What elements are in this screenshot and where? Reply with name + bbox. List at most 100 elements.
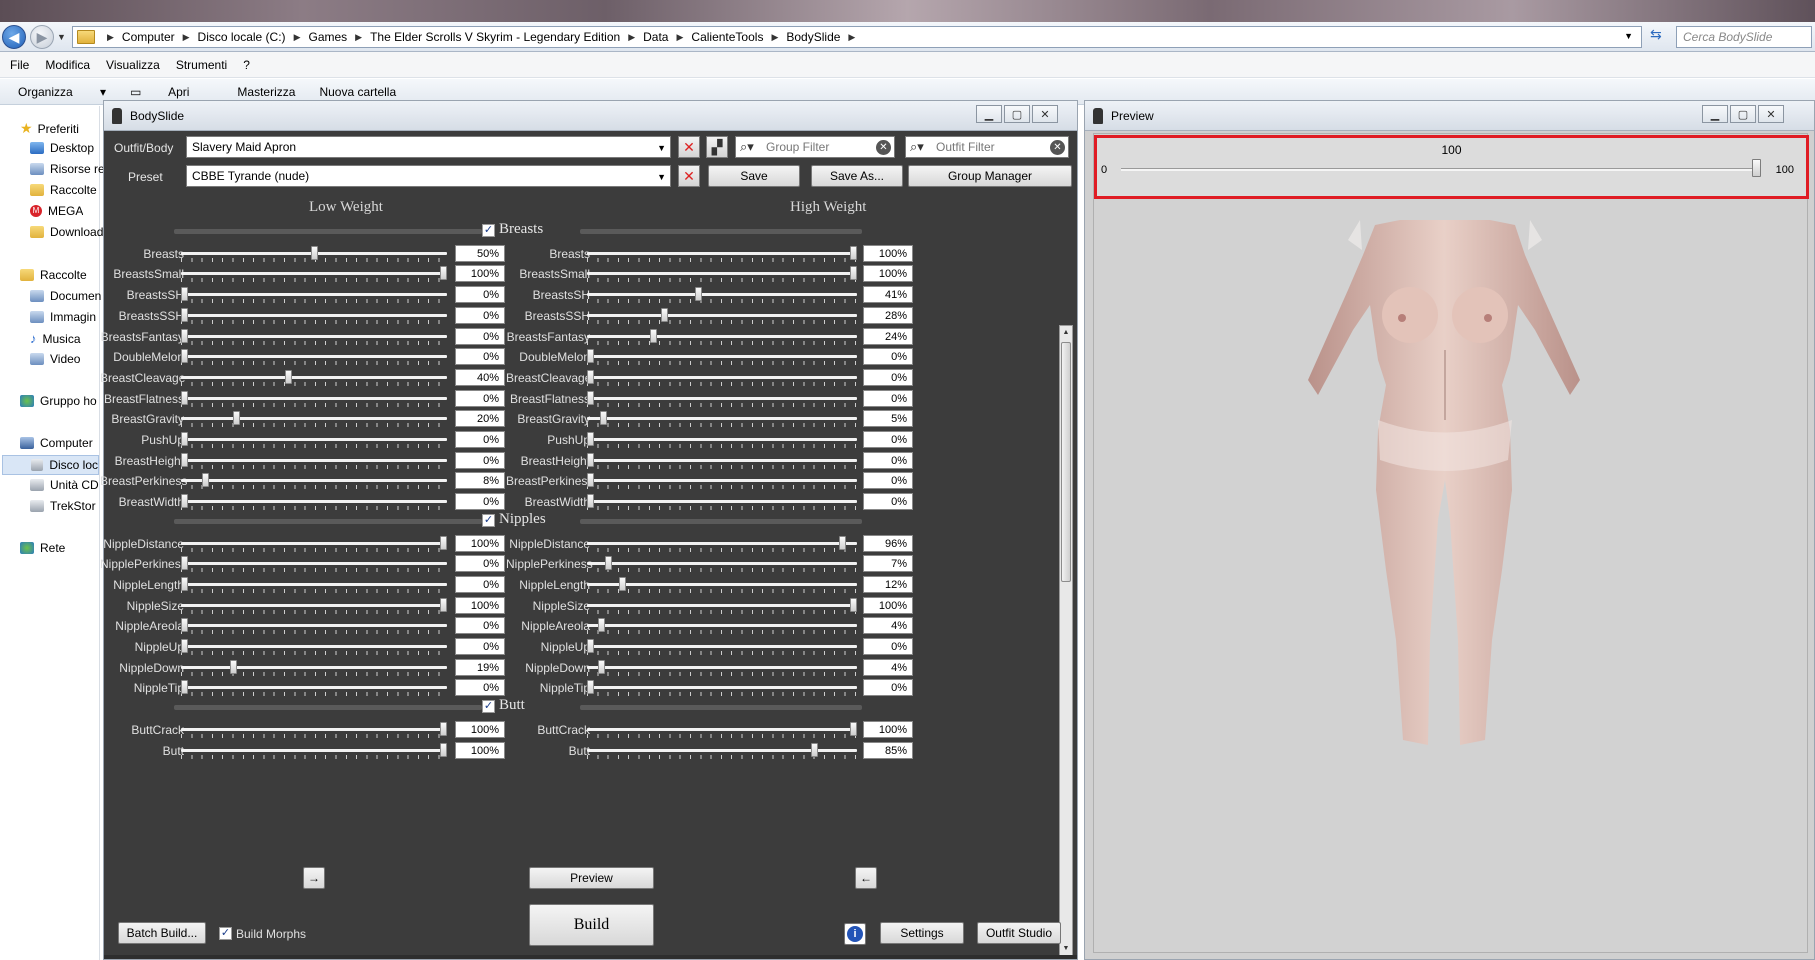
low-weight-slider-track[interactable] [181,748,447,752]
high-weight-slider-thumb[interactable] [587,494,594,509]
group-filter-input[interactable]: ⌕▾ Group Filter ✕ [735,136,895,158]
low-weight-value-field[interactable]: 50% [455,244,505,262]
chevron-right-icon[interactable]: ▶ [848,32,855,43]
low-weight-value-field[interactable]: 0% [455,389,505,407]
nav-images[interactable]: Immagin [30,310,96,324]
menu-edit[interactable]: Modifica [45,58,90,72]
high-weight-value-field[interactable]: 85% [863,741,913,759]
high-weight-value-field[interactable]: 96% [863,534,913,552]
low-weight-value-field[interactable]: 0% [455,306,505,324]
high-weight-slider-thumb[interactable] [618,576,626,591]
menu-file[interactable]: File [10,58,29,72]
high-weight-slider-track[interactable] [587,686,857,690]
low-weight-slider-thumb[interactable] [181,307,188,322]
new-folder-button[interactable]: Nuova cartella [319,85,396,99]
close-icon[interactable]: ✕ [1032,105,1058,123]
nav-libraries[interactable]: Raccolte [20,268,87,282]
preset-select[interactable]: CBBE Tyrande (nude) ▼ [186,165,671,187]
high-weight-slider-thumb[interactable] [850,721,857,736]
high-weight-slider-track[interactable] [587,334,857,338]
low-weight-slider-thumb[interactable] [181,349,188,364]
high-weight-slider-thumb[interactable] [810,742,818,757]
high-weight-value-field[interactable]: 7% [863,555,913,573]
low-weight-value-field[interactable]: 0% [455,617,505,635]
high-weight-value-field[interactable]: 12% [863,575,913,593]
build-morphs-checkbox[interactable]: ✓ [219,927,232,940]
menu-tools[interactable]: Strumenti [176,58,227,72]
high-weight-value-field[interactable]: 28% [863,306,913,324]
group-checkbox[interactable]: ✓ [482,700,495,714]
low-weight-slider-thumb[interactable] [284,369,292,384]
address-dropdown-icon[interactable]: ▼ [1624,31,1633,41]
low-weight-slider-thumb[interactable] [310,245,318,260]
low-weight-slider-thumb[interactable] [181,576,188,591]
close-icon[interactable]: ✕ [1758,105,1784,123]
low-weight-slider-thumb[interactable] [232,411,240,426]
nav-cd-drive[interactable]: Unità CD [30,478,99,492]
breadcrumb[interactable]: ▶ Computer ▶ Disco locale (C:) ▶ Games ▶ Th… [72,26,1642,48]
minimize-icon[interactable]: ▁ [976,105,1002,123]
nav-computer[interactable]: Computer [20,436,93,450]
high-weight-slider-track[interactable] [587,313,857,317]
weight-slider-track[interactable] [1121,168,1761,171]
breadcrumb-item[interactable]: Data [643,30,668,44]
chevron-right-icon[interactable]: ▶ [355,32,362,43]
preview-title-bar[interactable]: Preview ▁ ▢ ✕ [1085,101,1814,131]
low-weight-value-field[interactable]: 100% [455,741,505,759]
low-weight-slider-track[interactable] [181,665,447,669]
high-weight-slider-thumb[interactable] [605,556,613,571]
low-weight-slider-track[interactable] [181,313,447,317]
nav-video[interactable]: Video [30,352,80,366]
high-weight-slider-track[interactable] [587,438,857,441]
batch-build-button[interactable]: Batch Build... [118,922,206,944]
high-weight-slider-track[interactable] [587,624,857,628]
high-weight-slider-track[interactable] [587,603,857,607]
low-weight-slider-thumb[interactable] [181,618,188,633]
low-weight-slider-thumb[interactable] [181,452,188,467]
high-weight-slider-thumb[interactable] [597,659,605,674]
low-weight-slider-track[interactable] [181,293,447,297]
low-weight-slider-thumb[interactable] [181,432,188,446]
nav-favorites[interactable]: ★ Preferiti [20,120,79,137]
low-weight-slider-track[interactable] [181,438,447,441]
outfit-filter-input[interactable]: ⌕▾ Outfit Filter ✕ [905,136,1069,158]
nav-trekstor[interactable]: TrekStor [30,499,96,513]
high-weight-slider-track[interactable] [587,293,857,297]
high-weight-slider-thumb[interactable] [850,245,857,260]
breadcrumb-item[interactable]: The Elder Scrolls V Skyrim - Legendary E… [370,30,620,44]
high-weight-slider-thumb[interactable] [587,452,594,467]
open-button[interactable]: ▭ Apri [130,85,213,99]
high-weight-value-field[interactable]: 5% [863,410,913,428]
low-weight-slider-track[interactable] [181,727,447,731]
nav-documents[interactable]: Documen [30,289,101,303]
high-weight-value-field[interactable]: 100% [863,265,913,283]
low-weight-value-field[interactable]: 0% [455,451,505,469]
delete-outfit-button[interactable]: ✕ [678,136,700,158]
low-weight-value-field[interactable]: 0% [455,638,505,655]
high-weight-slider-track[interactable] [587,500,857,504]
low-weight-slider-track[interactable] [181,500,447,504]
nav-local-disk[interactable]: Disco loc [2,455,99,475]
nav-collections[interactable]: Raccolte [30,183,97,197]
high-weight-slider-track[interactable] [587,251,857,255]
low-weight-slider-track[interactable] [181,603,447,607]
high-weight-slider-track[interactable] [587,562,857,566]
low-weight-value-field[interactable]: 0% [455,286,505,304]
low-weight-slider-thumb[interactable] [440,266,447,281]
high-weight-value-field[interactable]: 0% [863,679,913,697]
low-weight-slider-track[interactable] [181,562,447,566]
high-weight-slider-thumb[interactable] [587,473,594,488]
high-weight-slider-track[interactable] [587,375,857,379]
low-weight-slider-track[interactable] [181,582,447,586]
low-weight-slider-track[interactable] [181,375,447,379]
build-button[interactable]: Build [529,904,654,946]
outfit-select[interactable]: Slavery Maid Apron ▼ [186,136,671,158]
low-weight-slider-thumb[interactable] [181,494,188,509]
high-weight-value-field[interactable]: 0% [863,348,913,366]
low-weight-value-field[interactable]: 20% [455,410,505,428]
high-weight-slider-track[interactable] [587,396,857,400]
burn-button[interactable]: Masterizza [237,85,295,99]
high-weight-slider-track[interactable] [587,541,857,545]
high-weight-slider-thumb[interactable] [850,597,857,612]
clear-filter-icon[interactable]: ✕ [1050,140,1065,155]
